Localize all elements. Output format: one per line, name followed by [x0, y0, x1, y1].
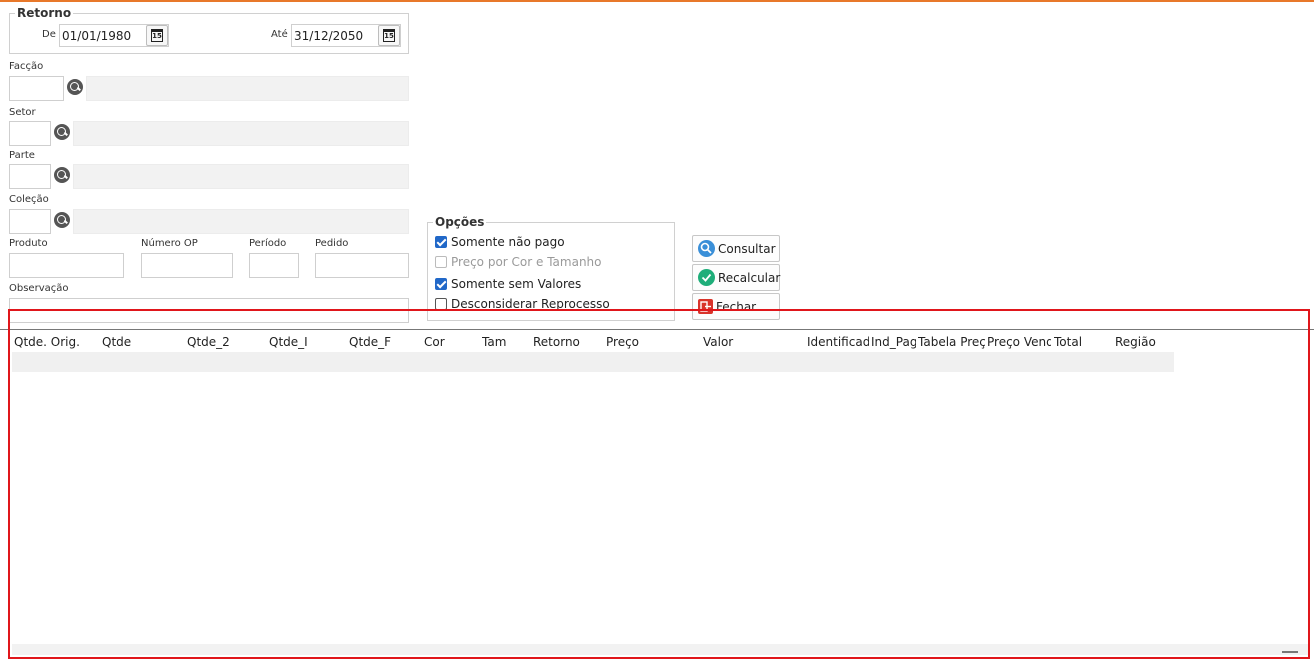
somente-sem-valores-label[interactable]: Somente sem Valores [451, 277, 581, 291]
grid-top-border [0, 329, 1314, 330]
retorno-legend: Retorno [15, 6, 74, 20]
search-icon[interactable] [54, 212, 70, 228]
produto-label: Produto [9, 238, 48, 249]
recalcular-label: Recalcular [718, 270, 781, 285]
recalcular-button[interactable]: Recalcular [692, 264, 780, 291]
preco-cor-tamanho-label: Preço por Cor e Tamanho [451, 255, 602, 269]
faccao-label: Facção [9, 61, 44, 72]
check-circle-icon [698, 269, 715, 286]
somente-nao-pago-label[interactable]: Somente não pago [451, 235, 565, 249]
parte-code-input[interactable] [9, 164, 51, 189]
grid-column-header[interactable]: Ind_Pago [871, 335, 916, 349]
grid-column-header[interactable]: Qtde_I [269, 335, 345, 349]
colecao-description-field [73, 209, 409, 234]
desconsiderar-reprocesso-checkbox[interactable] [435, 298, 447, 310]
calendar-icon: 15 [151, 29, 163, 42]
search-icon[interactable] [54, 124, 70, 140]
pedido-label: Pedido [315, 238, 349, 249]
grid-column-header[interactable]: Qtde [102, 335, 184, 349]
periodo-label: Período [249, 238, 287, 249]
colecao-code-input[interactable] [9, 209, 51, 234]
numero-op-label: Número OP [141, 238, 198, 249]
setor-description-field [73, 121, 409, 146]
colecao-label: Coleção [9, 194, 49, 205]
desconsiderar-reprocesso-label[interactable]: Desconsiderar Reprocesso [451, 297, 610, 311]
grid-column-header[interactable]: Total [1054, 335, 1112, 349]
fechar-label: Fechar [716, 299, 757, 314]
grid-column-header[interactable]: Cor [424, 335, 478, 349]
opcoes-legend: Opções [433, 215, 487, 229]
search-icon [698, 240, 715, 257]
grid-column-header[interactable]: Preço Venda [987, 335, 1051, 349]
search-icon[interactable] [54, 167, 70, 183]
somente-sem-valores-checkbox[interactable] [435, 278, 447, 290]
faccao-description-field [86, 76, 409, 101]
calendar-icon: 15 [383, 29, 395, 42]
top-accent-line [0, 0, 1314, 2]
grid-column-header[interactable]: Preço [606, 335, 698, 349]
observacao-label: Observação [9, 283, 69, 294]
grid-column-header[interactable]: Tabela Preço [918, 335, 985, 349]
grid-horizontal-scrollbar[interactable] [12, 644, 1308, 655]
grid-column-header[interactable]: Qtde_2 [187, 335, 265, 349]
ate-label: Até [271, 29, 288, 40]
results-grid[interactable]: Qtde. Orig. Qtde Qtde_2 Qtde_I Qtde_F Co… [12, 331, 1308, 657]
consultar-label: Consultar [718, 241, 776, 256]
grid-column-header[interactable]: Tam [482, 335, 530, 349]
parte-label: Parte [9, 150, 35, 161]
observacao-input[interactable] [9, 298, 409, 323]
parte-description-field [73, 164, 409, 189]
numero-op-input[interactable] [141, 253, 233, 278]
grid-column-header[interactable]: Qtde_F [349, 335, 421, 349]
grid-column-header[interactable]: Retorno [533, 335, 603, 349]
grid-empty-row[interactable] [12, 352, 1174, 372]
grid-column-header[interactable]: Qtde. Orig. [14, 335, 100, 349]
pedido-input[interactable] [315, 253, 409, 278]
setor-code-input[interactable] [9, 121, 51, 146]
search-icon[interactable] [67, 79, 83, 95]
scrollbar-thumb[interactable] [1282, 651, 1298, 653]
faccao-code-input[interactable] [9, 76, 64, 101]
grid-column-header[interactable]: Valor [703, 335, 803, 349]
produto-input[interactable] [9, 253, 124, 278]
setor-label: Setor [9, 107, 36, 118]
de-calendar-button[interactable]: 15 [146, 25, 168, 46]
grid-column-header[interactable]: Região [1115, 335, 1175, 349]
exit-icon [698, 299, 713, 314]
periodo-input[interactable] [249, 253, 299, 278]
consultar-button[interactable]: Consultar [692, 235, 780, 262]
de-label: De [42, 29, 56, 40]
ate-calendar-button[interactable]: 15 [378, 25, 400, 46]
preco-cor-tamanho-checkbox [435, 256, 447, 268]
fechar-button[interactable]: Fechar [692, 293, 780, 320]
somente-nao-pago-checkbox[interactable] [435, 236, 447, 248]
grid-column-header[interactable]: Identificador [807, 335, 869, 349]
